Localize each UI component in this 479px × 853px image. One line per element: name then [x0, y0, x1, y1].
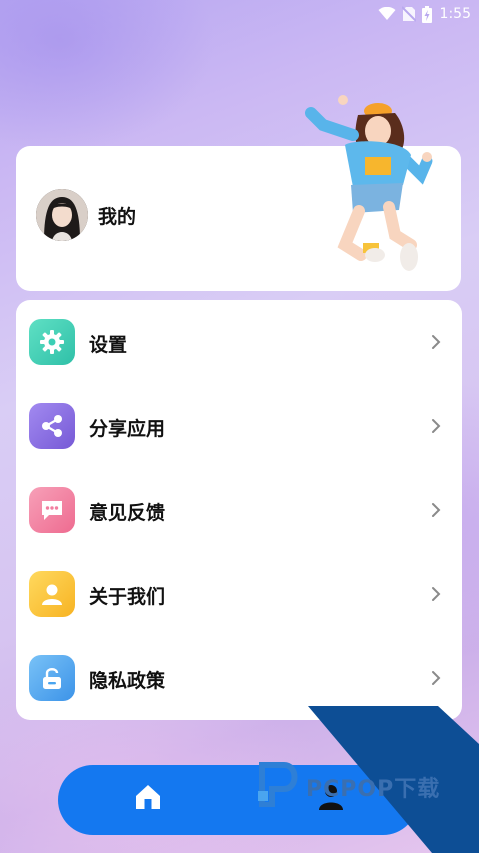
profile-name: 我的: [98, 206, 137, 228]
chevron-right-icon: [432, 671, 441, 685]
chat-icon: [29, 487, 75, 533]
chevron-right-icon: [432, 419, 441, 433]
menu-item-label: 隐私政策: [89, 670, 166, 692]
status-bar: 1:55: [0, 0, 479, 28]
menu-item-label: 意见反馈: [89, 502, 166, 524]
jumping-girl-illustration: [303, 95, 438, 280]
chevron-right-icon: [432, 335, 441, 349]
no-sim-icon: [401, 6, 416, 22]
menu-item-about-us[interactable]: 关于我们: [16, 552, 462, 636]
avatar[interactable]: [36, 189, 88, 241]
nav-home-button[interactable]: [133, 782, 163, 812]
clock: 1:55: [439, 6, 471, 22]
lock-icon: [29, 655, 75, 701]
share-icon: [29, 403, 75, 449]
watermark-text: PCPOP下载: [306, 777, 441, 802]
menu-item-label: 设置: [89, 334, 128, 356]
menu-item-feedback[interactable]: 意见反馈: [16, 468, 462, 552]
chevron-right-icon: [432, 587, 441, 601]
person-icon: [29, 571, 75, 617]
menu-item-share-app[interactable]: 分享应用: [16, 384, 462, 468]
wifi-icon: [378, 7, 396, 21]
gear-icon: [29, 319, 75, 365]
menu-item-settings[interactable]: 设置: [16, 300, 462, 384]
menu-item-label: 分享应用: [89, 418, 166, 440]
chevron-right-icon: [432, 503, 441, 517]
battery-charging-icon: [421, 5, 432, 23]
menu-item-label: 关于我们: [89, 586, 166, 608]
watermark-logo: [258, 761, 302, 808]
home-icon: [136, 785, 160, 809]
